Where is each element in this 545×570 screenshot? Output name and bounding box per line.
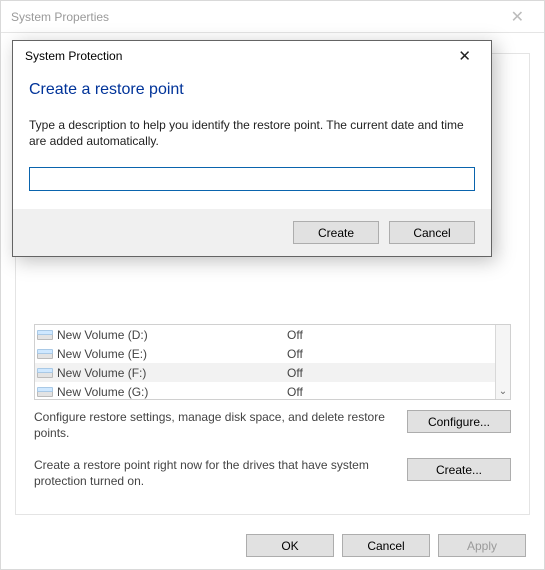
drive-protection: Off [287, 385, 495, 399]
create-section: Create a restore point right now for the… [34, 458, 511, 489]
drive-name: New Volume (F:) [57, 366, 287, 380]
drive-name: New Volume (D:) [57, 328, 287, 342]
configure-button[interactable]: Configure... [407, 410, 511, 433]
drive-protection: Off [287, 366, 495, 380]
system-properties-title: System Properties [11, 10, 109, 24]
dialog-title: System Protection [25, 49, 122, 63]
drive-protection: Off [287, 328, 495, 342]
drive-icon [37, 368, 51, 378]
drive-name: New Volume (G:) [57, 385, 287, 399]
table-row[interactable]: New Volume (D:)Off [35, 325, 495, 344]
restore-point-description-input[interactable] [29, 167, 475, 191]
configure-section: Configure restore settings, manage disk … [34, 410, 511, 441]
create-button[interactable]: Create... [407, 458, 511, 481]
system-properties-titlebar: System Properties ✕ [1, 1, 544, 33]
cancel-button[interactable]: Cancel [342, 534, 430, 557]
drive-icon [37, 387, 51, 397]
dialog-titlebar: System Protection ✕ [13, 41, 491, 71]
table-row[interactable]: New Volume (G:)Off [35, 382, 495, 400]
close-icon[interactable]: ✕ [499, 3, 536, 31]
create-description: Create a restore point right now for the… [34, 458, 395, 489]
drive-protection: Off [287, 347, 495, 361]
apply-button[interactable]: Apply [438, 534, 526, 557]
close-icon[interactable]: ✕ [446, 45, 483, 68]
table-row[interactable]: New Volume (F:)Off [35, 363, 495, 382]
protection-drives-table: New Volume (D:)OffNew Volume (E:)OffNew … [34, 324, 511, 400]
configure-description: Configure restore settings, manage disk … [34, 410, 395, 441]
ok-button[interactable]: OK [246, 534, 334, 557]
create-restore-point-dialog: System Protection ✕ Create a restore poi… [12, 40, 492, 257]
dialog-button-bar: Create Cancel [13, 209, 491, 256]
drive-icon [37, 349, 51, 359]
dialog-body: Create a restore point Type a descriptio… [13, 71, 491, 209]
dialog-instruction-text: Type a description to help you identify … [29, 117, 475, 149]
dialog-button-bar: OK Cancel Apply [246, 534, 526, 557]
drive-name: New Volume (E:) [57, 347, 287, 361]
drive-icon [37, 330, 51, 340]
chevron-down-icon[interactable]: ⌄ [496, 384, 510, 399]
table-row[interactable]: New Volume (E:)Off [35, 344, 495, 363]
scrollbar[interactable]: ⌄ [495, 325, 510, 399]
cancel-button[interactable]: Cancel [389, 221, 475, 244]
dialog-heading: Create a restore point [29, 81, 475, 99]
create-button[interactable]: Create [293, 221, 379, 244]
